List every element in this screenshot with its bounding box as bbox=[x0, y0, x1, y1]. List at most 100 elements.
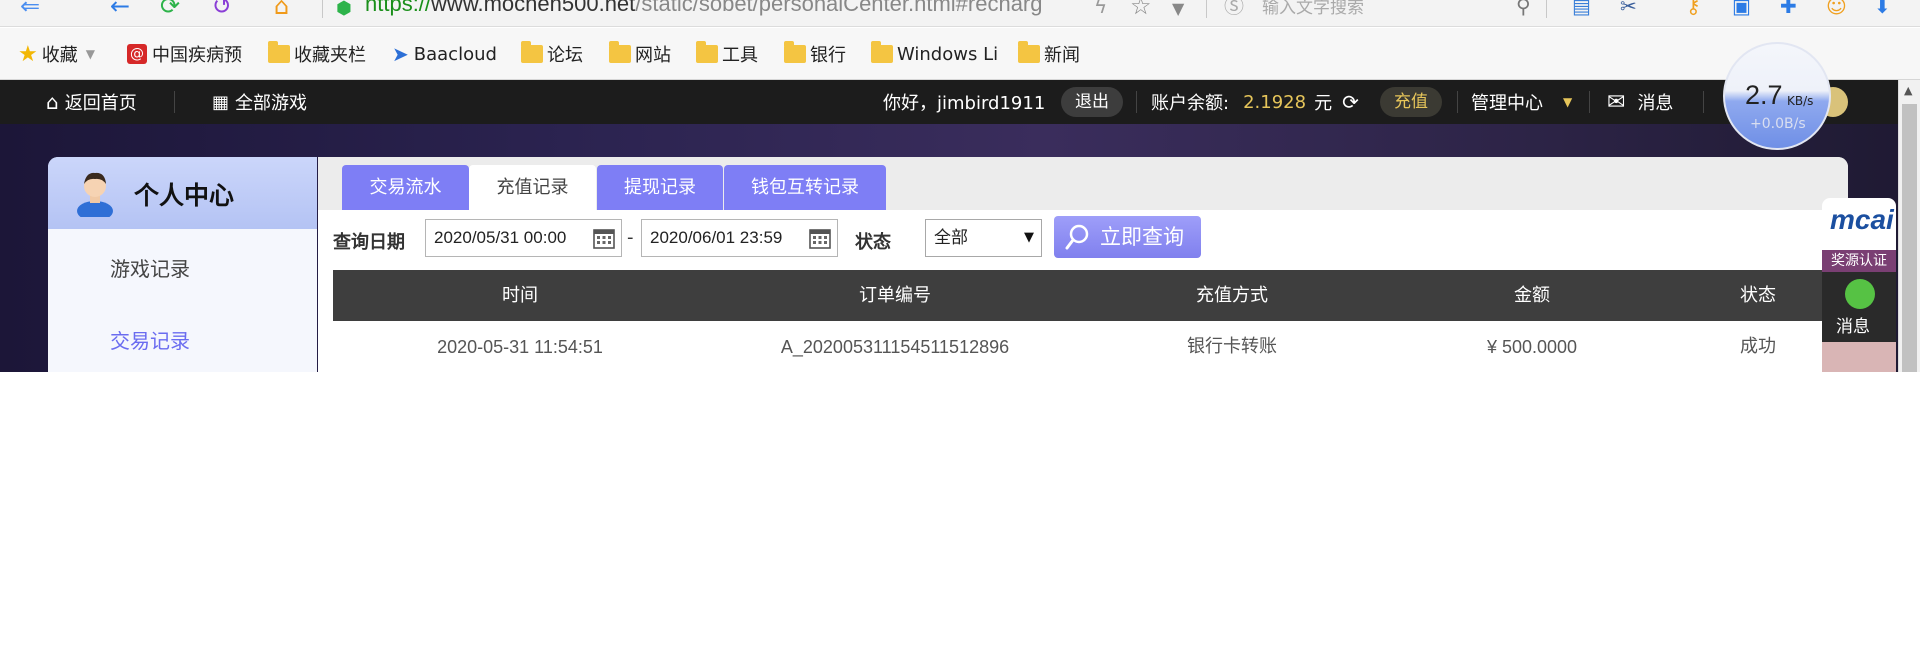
lightning-icon[interactable]: ϟ bbox=[1094, 0, 1107, 18]
search-input[interactable]: 输入文字搜索 bbox=[1262, 0, 1364, 18]
tab-transaction-flow[interactable]: 交易流水 bbox=[342, 165, 469, 210]
site-top-nav: ⌂ 返回首页 ▦ 全部游戏 你好，jimbird1911 退出 账户余额: 2.… bbox=[0, 80, 1898, 124]
refresh-icon[interactable]: ⟳ bbox=[160, 0, 180, 18]
calendar-icon[interactable] bbox=[808, 226, 832, 250]
bookmark-label: 网站 bbox=[635, 45, 671, 66]
speed-value: 2.7 bbox=[1745, 80, 1783, 110]
undo-icon[interactable]: ↺ bbox=[212, 0, 232, 18]
all-games-label: 全部游戏 bbox=[235, 93, 308, 114]
divider bbox=[1703, 91, 1704, 113]
status-select[interactable]: 全部 ▼ bbox=[925, 219, 1042, 257]
divider bbox=[1136, 91, 1137, 113]
right-floating-sidebar: mcai 奖源认证 消息 bbox=[1822, 198, 1896, 372]
tab-wallet-transfer-records[interactable]: 钱包互转记录 bbox=[724, 165, 886, 210]
folder-icon bbox=[268, 41, 290, 63]
tab-recharge-records[interactable]: 充值记录 bbox=[469, 165, 596, 210]
date-label: 查询日期 bbox=[333, 232, 405, 253]
notes-icon[interactable]: ▤ bbox=[1572, 0, 1591, 18]
scissors-icon[interactable]: ✂ bbox=[1620, 0, 1637, 18]
recharge-button-wrap: 充值 bbox=[1380, 80, 1442, 124]
url-path: /static/sobet/personalCenter.html#rechar… bbox=[635, 0, 1043, 16]
customer-service-avatar[interactable] bbox=[1822, 342, 1896, 372]
scrollbar-thumb[interactable] bbox=[1902, 104, 1917, 372]
search-icon[interactable]: ⚲ bbox=[1516, 0, 1531, 18]
admin-center-dropdown[interactable]: 管理中心 ▼ bbox=[1471, 80, 1572, 124]
grid-icon: ▦ bbox=[212, 91, 230, 113]
table-row: 2020-05-31 11:54:51 A_202005311154511512… bbox=[333, 321, 1848, 372]
home-link[interactable]: ⌂ 返回首页 bbox=[46, 80, 137, 124]
scroll-up-icon[interactable]: ▲ bbox=[1904, 84, 1912, 97]
user-avatar-icon bbox=[77, 172, 113, 217]
chevron-down-icon: ▼ bbox=[85, 47, 95, 61]
account-balance: 账户余额: 2.1928 元 ⟳ bbox=[1151, 80, 1359, 124]
network-speed-widget[interactable]: 2.7 KB/s +0.0B/s bbox=[1723, 42, 1831, 150]
bookmark-folder[interactable]: 银行 bbox=[784, 41, 846, 67]
key-icon[interactable]: ⚷ bbox=[1686, 0, 1701, 18]
smiley-icon[interactable]: ☺ bbox=[1826, 0, 1847, 18]
bookmark-label: 新闻 bbox=[1044, 45, 1080, 66]
balance-label: 账户余额: bbox=[1151, 93, 1230, 114]
envelope-icon: ✉ bbox=[1607, 89, 1626, 115]
query-button-label: 立即查询 bbox=[1100, 225, 1184, 249]
translate-icon[interactable]: ▣ bbox=[1732, 0, 1751, 18]
bookmark-folder[interactable]: 新闻 bbox=[1018, 41, 1080, 67]
messages-link[interactable]: ✉ 消息 bbox=[1607, 80, 1673, 124]
back-icon[interactable]: ← bbox=[110, 0, 130, 18]
query-button[interactable]: 立即查询 bbox=[1054, 216, 1201, 258]
float-message-label: 消息 bbox=[1836, 317, 1870, 337]
query-filter-bar: 查询日期 2020/05/31 00:00 - 2020/06/01 23:59… bbox=[318, 210, 1848, 268]
download-icon[interactable]: ⬇ bbox=[1874, 0, 1891, 18]
home-link-label: 返回首页 bbox=[64, 93, 137, 114]
home-icon[interactable]: ⌂ bbox=[274, 0, 289, 18]
bookmark-folder[interactable]: 论坛 bbox=[521, 41, 583, 67]
refresh-balance-icon[interactable]: ⟳ bbox=[1342, 90, 1359, 114]
brand-logo[interactable]: mcai bbox=[1822, 198, 1896, 250]
all-games-link[interactable]: ▦ 全部游戏 bbox=[212, 80, 307, 124]
float-message-button[interactable]: 消息 bbox=[1822, 272, 1896, 342]
bookmark-favorites[interactable]: ★ 收藏 ▼ bbox=[18, 41, 95, 67]
bookmark-label: 中国疾病预 bbox=[152, 45, 242, 66]
url-field[interactable]: https://www.mochen500.net/static/sobet/p… bbox=[365, 0, 1043, 17]
folder-icon bbox=[696, 41, 718, 63]
bookmark-folder[interactable]: 收藏夹栏 bbox=[268, 41, 366, 67]
column-header-order-id: 订单编号 bbox=[859, 285, 931, 306]
bookmark-label: 收藏 bbox=[41, 45, 78, 66]
record-tabs: 交易流水 充值记录 提现记录 钱包互转记录 bbox=[318, 157, 1848, 210]
search-engine-icon[interactable]: Ⓢ bbox=[1224, 0, 1244, 18]
main-content-panel: 交易流水 充值记录 提现记录 钱包互转记录 查询日期 2020/05/31 00… bbox=[318, 157, 1848, 372]
page-scrollbar[interactable]: ▲ bbox=[1898, 80, 1920, 372]
recharge-button[interactable]: 充值 bbox=[1380, 87, 1442, 117]
bookmark-item[interactable]: ➤ Baacloud bbox=[392, 41, 497, 67]
bookmarks-bar: ★ 收藏 ▼ @ 中国疾病预 收藏夹栏 ➤ Baacloud 论坛 网站 工具 … bbox=[0, 28, 1920, 80]
bookmark-item[interactable]: @ 中国疾病预 bbox=[127, 41, 242, 67]
bookmark-folder[interactable]: 网站 bbox=[609, 41, 671, 67]
folder-icon bbox=[521, 41, 543, 63]
cell-recharge-method: 银行卡转账 bbox=[1187, 336, 1277, 357]
logout-button-wrap: 退出 bbox=[1061, 80, 1123, 124]
certification-badge[interactable]: 奖源认证 bbox=[1822, 250, 1896, 272]
sidebar-item-transaction-records[interactable]: 交易记录 bbox=[110, 325, 190, 354]
calendar-icon[interactable] bbox=[592, 226, 616, 250]
user-greeting: 你好，jimbird1911 bbox=[883, 80, 1045, 124]
column-header-amount: 金额 bbox=[1514, 285, 1550, 306]
browser-address-bar: ⇐ ← ⟳ ↺ ⌂ ⬢ https://www.mochen500.net/st… bbox=[0, 0, 1920, 27]
caret-down-icon: ▼ bbox=[1024, 230, 1034, 245]
bookmark-folder[interactable]: Windows Li bbox=[871, 41, 998, 67]
cell-status: 成功 bbox=[1740, 336, 1776, 357]
chevron-down-icon[interactable]: ▼ bbox=[1172, 0, 1184, 21]
bookmark-star-icon[interactable]: ☆ bbox=[1130, 0, 1152, 18]
back-arrow-icon[interactable]: ⇐ bbox=[20, 0, 40, 18]
divider bbox=[1206, 0, 1207, 18]
column-header-recharge-method: 充值方式 bbox=[1196, 285, 1268, 306]
date-to-input[interactable]: 2020/06/01 23:59 bbox=[641, 219, 838, 257]
sidebar-item-game-records[interactable]: 游戏记录 bbox=[110, 253, 190, 282]
site-favicon-icon: @ bbox=[127, 44, 147, 64]
date-from-input[interactable]: 2020/05/31 00:00 bbox=[425, 219, 622, 257]
bookmark-folder[interactable]: 工具 bbox=[696, 41, 758, 67]
folder-icon bbox=[784, 41, 806, 63]
column-header-status: 状态 bbox=[1740, 285, 1776, 306]
tab-withdraw-records[interactable]: 提现记录 bbox=[597, 165, 723, 210]
logout-button[interactable]: 退出 bbox=[1061, 87, 1123, 117]
status-label: 状态 bbox=[855, 232, 891, 253]
extensions-icon[interactable]: ✚ bbox=[1780, 0, 1797, 18]
